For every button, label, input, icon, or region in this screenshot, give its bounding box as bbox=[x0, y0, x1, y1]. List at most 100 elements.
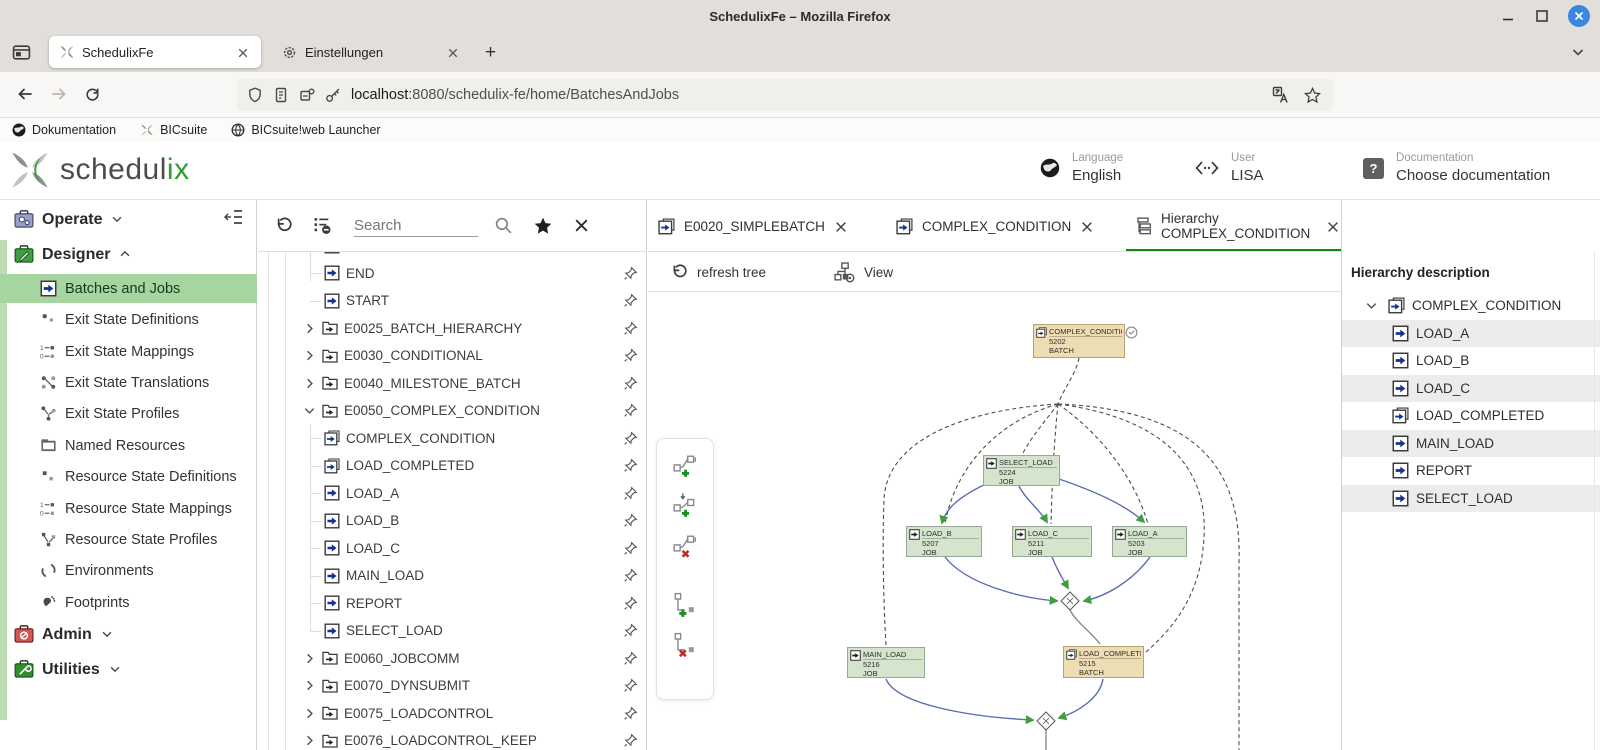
tab-hierarchy-complex-condition[interactable]: Hierarchy COMPLEX_CONDITION bbox=[1134, 200, 1340, 252]
url-text[interactable]: localhost:8080/schedulix-fe/home/Batches… bbox=[351, 87, 1272, 103]
sidebar-item-resource-state-profiles[interactable]: Resource State Profiles bbox=[0, 525, 257, 554]
graph-node-main-load[interactable]: MAIN_LOAD 5216 JOB bbox=[847, 647, 925, 678]
firefox-view-icon[interactable] bbox=[12, 43, 31, 62]
graph-node-load-c[interactable]: LOAD_C 5211 JOB bbox=[1012, 526, 1092, 557]
tab-complex-condition[interactable]: COMPLEX_CONDITION bbox=[896, 200, 1094, 252]
sidebar-item-batches-and-jobs[interactable]: Batches and Jobs bbox=[0, 274, 257, 303]
filter-list-icon[interactable] bbox=[313, 216, 332, 235]
batch-tree[interactable]: END START E0025_BATCH_HIERARCHY bbox=[258, 252, 646, 750]
pin-icon[interactable] bbox=[623, 319, 638, 337]
sidebar-item-exit-state-profiles[interactable]: Exit State Profiles bbox=[0, 399, 257, 428]
pin-icon[interactable] bbox=[623, 264, 638, 282]
tree-item-e0040[interactable]: E0040_MILESTONE_BATCH bbox=[258, 370, 646, 398]
pin-icon[interactable] bbox=[623, 539, 638, 557]
forward-button[interactable] bbox=[50, 85, 68, 103]
pin-icon[interactable] bbox=[623, 429, 638, 447]
graph-node-complex-condition[interactable]: COMPLEX_CONDITION 5202 BATCH bbox=[1033, 324, 1125, 358]
tab-e0020-simplebatch[interactable]: E0020_SIMPLEBATCH bbox=[658, 200, 848, 252]
translate-icon[interactable] bbox=[1272, 86, 1290, 104]
pin-icon[interactable] bbox=[623, 594, 638, 612]
pin-icon[interactable] bbox=[623, 484, 638, 502]
search-input[interactable] bbox=[354, 215, 478, 236]
add-child-button[interactable] bbox=[672, 592, 698, 618]
reload-button[interactable] bbox=[84, 86, 101, 104]
hierarchy-item-load-b[interactable]: LOAD_B bbox=[1342, 347, 1600, 375]
hierarchy-item-report[interactable]: REPORT bbox=[1342, 457, 1600, 485]
bookmark-bicsuite-web-launcher[interactable]: BICsuite!web Launcher bbox=[231, 123, 380, 137]
sidebar-item-resource-state-definitions[interactable]: Resource State Definitions bbox=[0, 462, 257, 491]
pin-icon[interactable] bbox=[623, 704, 638, 722]
tree-item-e0050[interactable]: E0050_COMPLEX_CONDITION bbox=[258, 397, 646, 425]
tab-close-icon[interactable] bbox=[1326, 218, 1340, 235]
tree-item-load-completed[interactable]: LOAD_COMPLETED bbox=[258, 452, 646, 480]
pin-icon[interactable] bbox=[623, 649, 638, 667]
tree-item-e0025[interactable]: E0025_BATCH_HIERARCHY bbox=[258, 315, 646, 343]
browser-tab-einstellungen[interactable]: Einstellungen bbox=[271, 36, 471, 68]
sidebar-item-named-resources[interactable]: Named Resources bbox=[0, 431, 257, 460]
clear-icon[interactable] bbox=[573, 217, 590, 235]
maximize-button[interactable] bbox=[1534, 8, 1550, 25]
tree-item-load-c[interactable]: LOAD_C bbox=[258, 535, 646, 563]
chevron-right-icon[interactable] bbox=[302, 347, 317, 365]
pin-icon[interactable] bbox=[623, 677, 638, 695]
bookmark-dokumentation[interactable]: Dokumentation bbox=[12, 123, 116, 137]
sidebar-section-utilities[interactable]: Utilities bbox=[0, 655, 257, 684]
sidebar-item-exit-state-mappings[interactable]: Exit State Mappings bbox=[0, 337, 257, 366]
hierarchy-tree[interactable]: COMPLEX_CONDITION LOAD_A LOAD_B LOAD_C L… bbox=[1342, 292, 1600, 512]
pin-icon[interactable] bbox=[623, 732, 638, 750]
graph-node-load-a[interactable]: LOAD_A 5203 JOB bbox=[1112, 526, 1187, 557]
tree-item-load-a[interactable]: LOAD_A bbox=[258, 480, 646, 508]
chevron-right-icon[interactable] bbox=[302, 649, 317, 667]
close-button[interactable] bbox=[1568, 5, 1590, 27]
remove-child-button[interactable] bbox=[672, 632, 698, 658]
list-all-tabs-icon[interactable] bbox=[1570, 43, 1586, 61]
tab-close-icon[interactable] bbox=[235, 45, 251, 60]
documentation-selector[interactable]: ? Documentation Choose documentation bbox=[1363, 151, 1550, 185]
window-titlebar[interactable]: SchedulixFe – Mozilla Firefox bbox=[0, 0, 1600, 32]
tree-item-e0030[interactable]: E0030_CONDITIONAL bbox=[258, 342, 646, 370]
pin-icon[interactable] bbox=[623, 374, 638, 392]
bookmark-bicsuite[interactable]: BICsuite bbox=[140, 123, 207, 137]
chevron-right-icon[interactable] bbox=[302, 732, 317, 750]
tree-item-select-load[interactable]: SELECT_LOAD bbox=[258, 617, 646, 645]
tree-item-main-load[interactable]: MAIN_LOAD bbox=[258, 562, 646, 590]
graph-node-select-load[interactable]: SELECT_LOAD 5224 JOB bbox=[983, 455, 1060, 486]
sidebar-item-exit-state-translations[interactable]: Exit State Translations bbox=[0, 368, 257, 397]
hierarchy-item-select-load[interactable]: SELECT_LOAD bbox=[1342, 485, 1600, 513]
pin-icon[interactable] bbox=[623, 292, 638, 310]
url-bar[interactable]: localhost:8080/schedulix-fe/home/Batches… bbox=[237, 79, 1333, 111]
hierarchy-item-complex-condition[interactable]: COMPLEX_CONDITION bbox=[1342, 292, 1600, 320]
sidebar-item-environments[interactable]: Environments bbox=[0, 556, 257, 585]
minimize-button[interactable] bbox=[1500, 8, 1516, 25]
node-status-badge[interactable] bbox=[1125, 324, 1138, 342]
tree-item-e0060[interactable]: E0060_JOBCOMM bbox=[258, 645, 646, 673]
chevron-down-icon[interactable] bbox=[302, 402, 317, 420]
tree-item-complex-condition[interactable]: COMPLEX_CONDITION bbox=[258, 425, 646, 453]
remove-dependency-button[interactable] bbox=[672, 533, 698, 559]
chevron-right-icon[interactable] bbox=[302, 704, 317, 722]
tree-item-e0075[interactable]: E0075_LOADCONTROL bbox=[258, 700, 646, 728]
back-button[interactable] bbox=[16, 85, 34, 103]
pin-icon[interactable] bbox=[623, 512, 638, 530]
browser-tab-schedulixfe[interactable]: SchedulixFe bbox=[49, 36, 261, 68]
chevron-right-icon[interactable] bbox=[302, 319, 317, 337]
shield-icon[interactable] bbox=[247, 87, 263, 103]
hierarchy-item-load-c[interactable]: LOAD_C bbox=[1342, 375, 1600, 403]
new-tab-button[interactable]: + bbox=[485, 43, 496, 62]
pin-icon[interactable] bbox=[623, 402, 638, 420]
language-selector[interactable]: Language English bbox=[1040, 151, 1123, 185]
tab-close-icon[interactable] bbox=[445, 45, 461, 60]
tab-close-icon[interactable] bbox=[834, 218, 848, 235]
hierarchy-item-load-completed[interactable]: LOAD_COMPLETED bbox=[1342, 402, 1600, 430]
user-menu[interactable]: User LISA bbox=[1195, 151, 1264, 185]
tree-item-start[interactable]: START bbox=[258, 287, 646, 315]
sidebar-section-designer[interactable]: Designer bbox=[0, 240, 257, 269]
sidebar-item-resource-state-mappings[interactable]: Resource State Mappings bbox=[0, 494, 257, 523]
reset-tree-icon[interactable] bbox=[274, 216, 293, 235]
schedulix-logo[interactable]: schedulix bbox=[8, 148, 190, 192]
tree-item[interactable] bbox=[258, 252, 646, 260]
hierarchy-item-main-load[interactable]: MAIN_LOAD bbox=[1342, 430, 1600, 458]
graph-node-load-completed[interactable]: LOAD_COMPLETED 5215 BATCH bbox=[1063, 646, 1144, 678]
pin-icon[interactable] bbox=[623, 622, 638, 640]
pin-icon[interactable] bbox=[623, 457, 638, 475]
